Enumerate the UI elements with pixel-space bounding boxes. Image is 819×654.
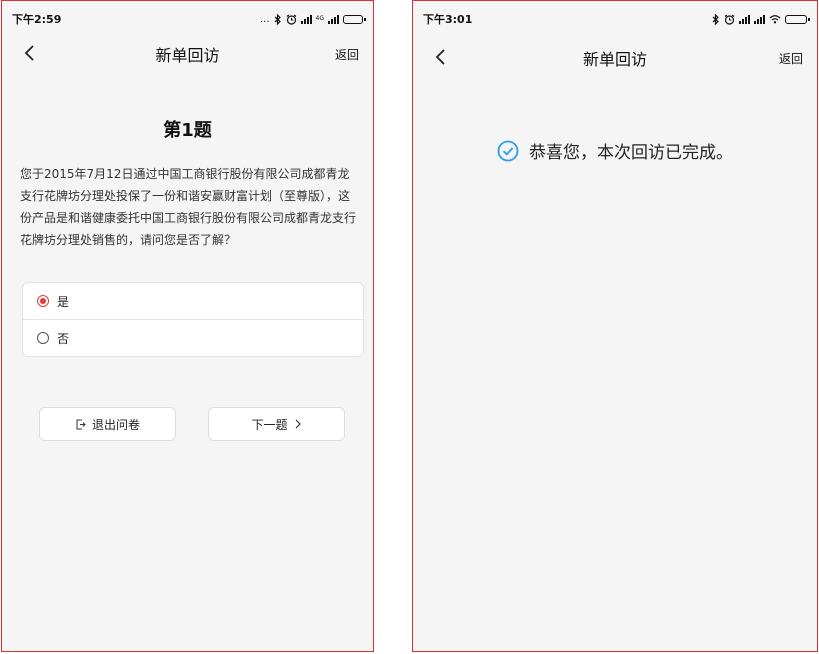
bluetooth-icon (712, 13, 719, 25)
option-no[interactable]: 否 (23, 319, 363, 356)
answer-options: 是 否 (22, 282, 364, 357)
status-bar: 下午3:01 (413, 1, 817, 37)
status-time: 下午3:01 (423, 13, 473, 26)
survey-complete-screen: 下午3:01 新单回访 返回 恭喜您，本次回访已完成。 (412, 0, 818, 652)
status-bar: 下午2:59 ... 4G (2, 1, 373, 37)
completion-text: 恭喜您，本次回访已完成。 (529, 143, 733, 163)
question-text: 您于2015年7月12日通过中国工商银行股份有限公司成都青龙支行花牌坊分理处投保… (20, 167, 357, 247)
exit-icon (76, 419, 86, 429)
signal-icon (300, 14, 312, 24)
exit-survey-button[interactable]: 退出问卷 (39, 407, 176, 441)
signal-icon-2 (328, 14, 339, 24)
signal-icon-2 (754, 14, 765, 24)
page-title: 新单回访 (155, 46, 220, 65)
signal-icon (739, 14, 750, 24)
back-arrow-icon[interactable] (429, 45, 453, 69)
network-type: 4G (315, 15, 324, 22)
radio-unselected-icon[interactable] (37, 332, 49, 344)
exit-label: 退出问卷 (91, 417, 140, 432)
page-title: 新单回访 (582, 50, 647, 69)
next-question-button[interactable]: 下一题 (208, 407, 345, 441)
wifi-icon (769, 15, 781, 24)
battery-icon (785, 14, 810, 24)
question-title: 第1题 (163, 120, 212, 141)
bluetooth-icon (274, 13, 281, 25)
return-button[interactable]: 返回 (335, 46, 359, 63)
chevron-right-icon (295, 419, 301, 429)
survey-question-screen: 下午2:59 ... 4G 新单回访 返回 第1题 您于2015年7月12日通过… (1, 0, 374, 652)
status-time: 下午2:59 (12, 13, 62, 26)
option-yes[interactable]: 是 (23, 283, 363, 319)
more-dots-icon: ... (259, 13, 270, 25)
option-label: 是 (57, 294, 70, 309)
battery-icon (343, 14, 366, 24)
back-arrow-icon[interactable] (18, 41, 42, 65)
nav-bar: 新单回访 返回 (2, 37, 373, 71)
completion-message: 恭喜您，本次回访已完成。 (413, 138, 817, 163)
radio-selected-icon[interactable] (37, 295, 49, 307)
check-circle-icon (497, 140, 519, 161)
return-button[interactable]: 返回 (779, 50, 803, 67)
option-label: 否 (57, 331, 70, 346)
alarm-icon (724, 14, 735, 25)
nav-bar: 新单回访 返回 (413, 41, 817, 75)
alarm-icon (286, 14, 296, 25)
next-label: 下一题 (251, 417, 288, 432)
